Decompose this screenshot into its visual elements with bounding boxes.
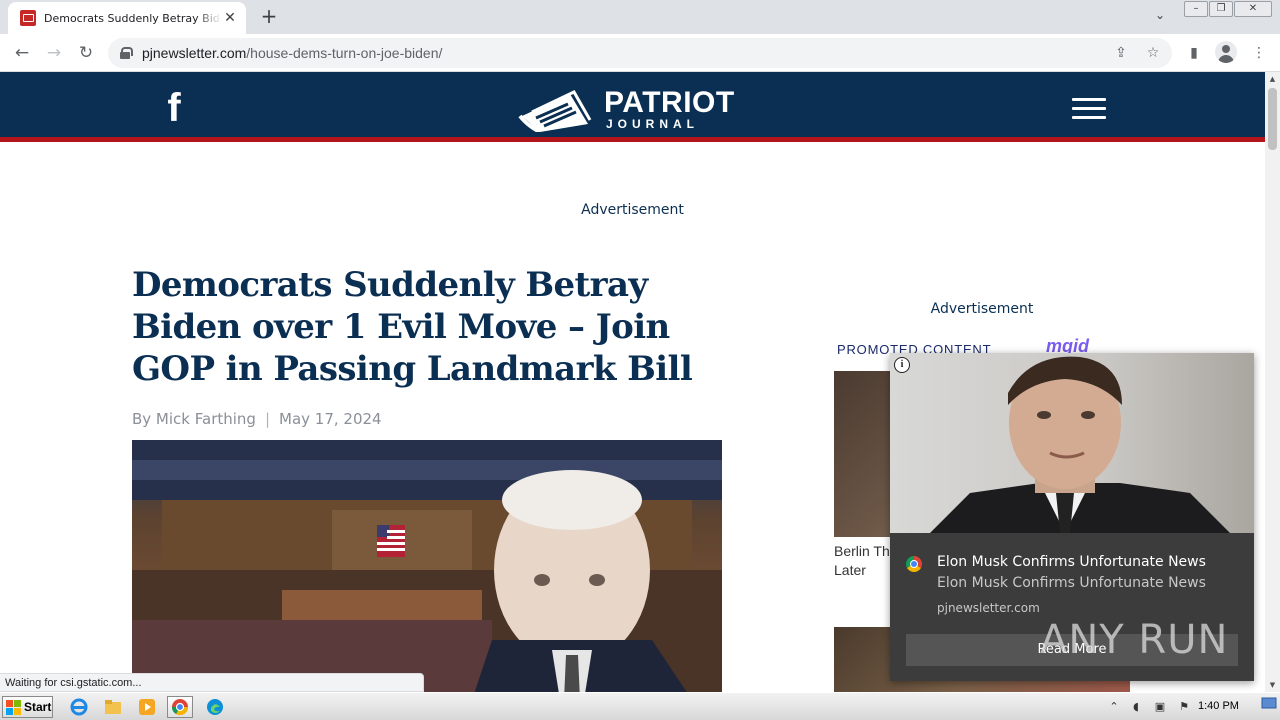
internet-explorer-icon[interactable]	[66, 696, 92, 718]
read-more-button[interactable]: Read More	[906, 634, 1238, 666]
tray-expand-icon[interactable]: ⌃	[1106, 699, 1122, 715]
status-bubble: Waiting for csi.gstatic.com...	[0, 673, 424, 692]
browser-tab[interactable]: Democrats Suddenly Betray Biden over 1 E…	[8, 2, 246, 34]
browser-toolbar: ← → ↻ pjnewsletter.com/house-dems-turn-o…	[0, 34, 1280, 72]
windows-logo-icon	[6, 699, 21, 715]
new-tab-button[interactable]: +	[256, 5, 282, 29]
windows-taskbar: Start ⌃ ◖ ▣ ⚑ 1:40 PM	[0, 692, 1280, 720]
profile-avatar-icon[interactable]	[1215, 41, 1237, 63]
article-headline: Democrats Suddenly Betray Biden over 1 E…	[132, 265, 693, 389]
page-scrollbar[interactable]: ▲ ▼	[1265, 72, 1280, 692]
back-arrow-icon[interactable]: ←	[10, 41, 34, 65]
close-window-button[interactable]: ✕	[1234, 1, 1272, 17]
volume-icon[interactable]: ◖	[1128, 699, 1144, 715]
tab-title: Democrats Suddenly Betray Biden over 1 E…	[44, 11, 222, 25]
more-menu-icon[interactable]: ⋮	[1249, 43, 1269, 63]
info-icon[interactable]: i	[894, 357, 910, 373]
bookmark-star-icon[interactable]: ☆	[1144, 44, 1162, 62]
file-explorer-icon[interactable]	[100, 696, 126, 718]
lock-icon[interactable]	[120, 47, 133, 59]
scroll-thumb[interactable]	[1268, 88, 1277, 150]
scroll-up-arrow-icon[interactable]: ▲	[1265, 72, 1280, 86]
chrome-taskbar-icon[interactable]	[167, 696, 193, 718]
site-header: f PATRIOT JOURNAL	[0, 72, 1265, 142]
logo-main-text: PATRIOT	[604, 86, 735, 119]
notification-image: i	[890, 353, 1254, 533]
scroll-down-arrow-icon[interactable]: ▼	[1265, 678, 1280, 692]
start-button[interactable]: Start	[2, 696, 53, 718]
notification-origin: pjnewsletter.com	[937, 601, 1040, 615]
show-desktop-button[interactable]	[1260, 695, 1278, 717]
forward-arrow-icon[interactable]: →	[42, 41, 66, 65]
restore-window-button[interactable]: ❐	[1209, 1, 1233, 17]
notification-title: Elon Musk Confirms Unfortunate News	[937, 554, 1206, 570]
site-favicon-icon	[20, 10, 36, 26]
site-logo[interactable]: PATRIOT JOURNAL	[518, 86, 735, 132]
hamburger-menu-icon[interactable]	[1072, 98, 1106, 120]
newspaper-logo-icon	[518, 90, 592, 132]
action-center-flag-icon[interactable]: ⚑	[1176, 699, 1192, 715]
close-tab-icon[interactable]: ✕	[222, 10, 238, 26]
share-icon[interactable]: ⇪	[1112, 44, 1130, 62]
network-icon[interactable]: ▣	[1152, 699, 1168, 715]
facebook-icon[interactable]: f	[160, 88, 188, 128]
notification-body: Elon Musk Confirms Unfortunate News	[937, 575, 1206, 591]
chrome-icon	[906, 556, 922, 572]
start-label: Start	[24, 700, 52, 714]
minimize-window-button[interactable]: –	[1184, 1, 1208, 17]
article-hero-image	[132, 440, 722, 692]
advertisement-label: Advertisement	[581, 202, 684, 218]
author-link[interactable]: By Mick Farthing	[132, 410, 256, 428]
edge-icon[interactable]	[202, 696, 228, 718]
push-notification[interactable]: i Elon Musk Confirms Unfortunate News El…	[890, 353, 1254, 681]
publish-date: May 17, 2024	[279, 410, 382, 428]
article-byline: By Mick Farthing | May 17, 2024	[132, 410, 382, 428]
sidebar-advertisement-label: Advertisement	[930, 301, 1034, 317]
side-panel-icon[interactable]: ▮	[1184, 43, 1204, 63]
logo-sub-text: JOURNAL	[606, 117, 700, 131]
tab-search-chevron-icon[interactable]: ⌄	[1150, 8, 1170, 26]
media-player-icon[interactable]	[134, 696, 160, 718]
tab-strip: Democrats Suddenly Betray Biden over 1 E…	[0, 0, 1280, 34]
taskbar-clock[interactable]: 1:40 PM	[1198, 700, 1239, 712]
reload-icon[interactable]: ↻	[74, 41, 98, 65]
url-text: pjnewsletter.com/house-dems-turn-on-joe-…	[142, 45, 443, 61]
address-bar[interactable]: pjnewsletter.com/house-dems-turn-on-joe-…	[108, 38, 1172, 68]
